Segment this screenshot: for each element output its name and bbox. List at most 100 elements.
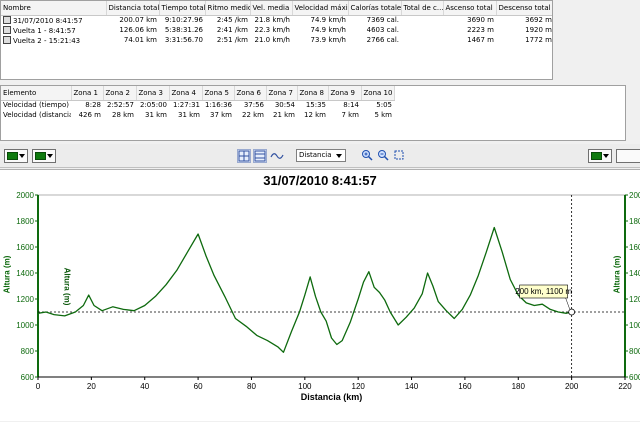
- table-cell: 31/07/2010 8:41:57: [1, 15, 106, 25]
- table-cell: [401, 35, 443, 45]
- fit-button[interactable]: [393, 149, 405, 161]
- lap-icon: [3, 25, 11, 34]
- right-menu-button[interactable]: [616, 149, 640, 163]
- y-tick-label-left: 600: [21, 373, 35, 382]
- zoom-out-icon: [378, 150, 389, 161]
- table-cell: 1:16:36: [202, 100, 234, 110]
- column-header[interactable]: Ascenso total: [443, 1, 497, 16]
- table-cell: 31 km: [169, 110, 202, 120]
- y-tick-label-left: 1600: [16, 243, 34, 252]
- column-header[interactable]: Zona 10: [361, 86, 395, 101]
- table-cell: 3:31:56.70: [159, 35, 205, 45]
- table-cell: 8:14: [328, 100, 361, 110]
- cell-text: 2:51 /km: [216, 36, 248, 44]
- table-cell: 21.0 km/h: [250, 35, 292, 45]
- cell-text: 3692 m: [525, 16, 552, 25]
- table-cell: 2:52:57: [103, 100, 136, 110]
- y-tick-label-right: 1600: [629, 243, 640, 252]
- table-cell: Velocidad (distancia): [1, 110, 71, 120]
- cell-text: 2:52:57: [107, 101, 134, 110]
- column-header[interactable]: Total de c...: [401, 1, 444, 16]
- table-cell: 3692 m: [496, 15, 552, 25]
- left-color-button-2[interactable]: [32, 149, 56, 163]
- column-header[interactable]: Zona 8: [297, 86, 329, 101]
- table-cell: 5:38:31.26: [159, 25, 205, 35]
- table-cell: 426 m: [71, 110, 103, 120]
- cell-text: 5:05: [376, 101, 392, 110]
- column-header[interactable]: Descenso total: [496, 1, 552, 16]
- table-row[interactable]: Vuelta 1 - 8:41:57 126.06 km 5:38:31.26 2:4…: [1, 25, 552, 35]
- column-header[interactable]: Elemento: [1, 86, 72, 101]
- cell-text: 200.07 km: [119, 16, 157, 25]
- column-header[interactable]: Distancia total: [106, 1, 160, 16]
- cell-text: 4603 cal.: [366, 26, 399, 34]
- table-cell: 4603 cal.: [348, 25, 401, 35]
- x-axis-label: Distancia (km): [301, 392, 363, 402]
- split-view-button[interactable]: [253, 149, 267, 163]
- table-cell: 9:10:27.96: [159, 15, 205, 25]
- cell-text: 3:31:56.70: [164, 36, 203, 44]
- y-tick-label-right: 1400: [629, 269, 640, 278]
- left-color-button-1[interactable]: [4, 149, 28, 163]
- table-cell: 2:51 /km: [205, 35, 250, 45]
- column-header[interactable]: Zona 7: [266, 86, 298, 101]
- table-cell: 21.8 km/h: [250, 15, 292, 25]
- table-row[interactable]: 31/07/2010 8:41:57 200.07 km 9:10:27.96 2:4…: [1, 15, 552, 25]
- column-header[interactable]: Zona 2: [103, 86, 137, 101]
- y-tick-label-left: 2000: [16, 191, 34, 200]
- metric-select[interactable]: Distancia: [296, 149, 346, 162]
- cell-text: 31 km: [177, 111, 200, 119]
- grid-view-button[interactable]: [237, 149, 251, 163]
- cell-text: 3690 m: [467, 16, 494, 25]
- cell-text: 9:10:27.96: [164, 16, 203, 25]
- cell-text: 74.9 km/h: [310, 26, 346, 34]
- right-color-button[interactable]: [588, 149, 612, 163]
- cell-text: 12 km: [303, 111, 326, 119]
- table-row[interactable]: Velocidad (tiempo) 8:28 2:52:57 2:05:00 1:27…: [1, 100, 625, 110]
- table-row[interactable]: Velocidad (distancia) 426 m 28 km 31 km 31 k…: [1, 110, 625, 120]
- chart-panel[interactable]: 31/07/2010 8:41:57 Altura (m) Altura (m)…: [0, 169, 640, 421]
- table-cell: Vuelta 2 - 15:21:43: [1, 35, 106, 45]
- column-header[interactable]: Velocidad máxima: [292, 1, 349, 16]
- x-tick-label: 100: [298, 382, 312, 391]
- zoom-in-button[interactable]: [361, 149, 373, 161]
- cell-text: 74.9 km/h: [310, 16, 346, 25]
- table-cell: 1772 m: [496, 35, 552, 45]
- column-header[interactable]: Zona 3: [136, 86, 170, 101]
- line-chart-button[interactable]: [270, 149, 284, 163]
- table-cell: 31 km: [136, 110, 169, 120]
- x-tick-label: 120: [352, 382, 366, 391]
- column-header[interactable]: Zona 6: [234, 86, 267, 101]
- column-header[interactable]: Vel. media: [250, 1, 293, 16]
- column-header[interactable]: Zona 9: [328, 86, 362, 101]
- table-cell: [401, 25, 443, 35]
- zones-header-row: Elemento Zona 1 Zona 2 Zona 3 Zona 4 Zona 5 Zo…: [1, 86, 625, 101]
- table-cell: 28 km: [103, 110, 136, 120]
- y-tick-label-left: 1200: [16, 295, 34, 304]
- cell-text: 8:14: [343, 101, 359, 110]
- column-header[interactable]: Zona 5: [202, 86, 235, 101]
- column-header[interactable]: Nombre: [1, 1, 107, 16]
- cursor-label: 200 km, 1100 m: [515, 287, 572, 296]
- column-header[interactable]: Ritmo medio: [205, 1, 251, 16]
- column-header[interactable]: Calorías totales: [348, 1, 402, 16]
- column-header[interactable]: Zona 1: [71, 86, 104, 101]
- y-tick-label-left: 800: [21, 347, 35, 356]
- table-cell: 200.07 km: [106, 15, 159, 25]
- table-cell: 7 km: [328, 110, 361, 120]
- column-header[interactable]: Tiempo total: [159, 1, 206, 16]
- elevation-chart[interactable]: 6006008008001000100012001200140014001600…: [0, 170, 640, 422]
- table-row[interactable]: Vuelta 2 - 15:21:43 74.01 km 3:31:56.70 2:5…: [1, 35, 552, 45]
- table-cell: 73.9 km/h: [292, 35, 348, 45]
- column-header[interactable]: Zona 4: [169, 86, 203, 101]
- summary-body: 31/07/2010 8:41:57 200.07 km 9:10:27.96 2:4…: [1, 15, 552, 45]
- chevron-down-icon: [603, 154, 609, 158]
- zoom-out-button[interactable]: [377, 149, 389, 161]
- table-cell: 74.9 km/h: [292, 25, 348, 35]
- elevation-line[interactable]: [37, 226, 572, 353]
- x-tick-label: 20: [87, 382, 96, 391]
- table-cell: 126.06 km: [106, 25, 159, 35]
- table-cell: 2223 m: [443, 25, 496, 35]
- table-cell: 74.01 km: [106, 35, 159, 45]
- cell-text: 31 km: [144, 111, 167, 119]
